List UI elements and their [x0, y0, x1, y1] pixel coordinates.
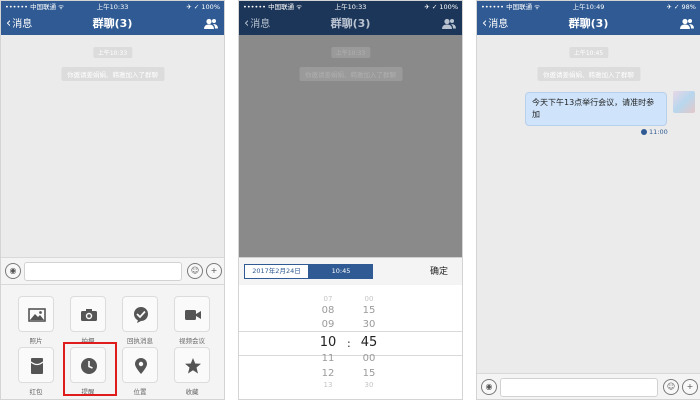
- emoji-icon: ☺: [666, 382, 676, 391]
- message-bubble[interactable]: 今天下午13点举行会议，请准时参加: [525, 92, 667, 126]
- red-packet-icon: [30, 358, 44, 374]
- voice-button[interactable]: ◉: [481, 379, 497, 395]
- chat-title: 群聊(3): [92, 17, 133, 30]
- system-notice: 你邀请姜娟娟、韩雅加入了群聊: [537, 67, 640, 81]
- emoji-button[interactable]: ☺: [187, 263, 203, 279]
- wheel-divider: [239, 355, 462, 356]
- system-notice: 你邀请姜娟娟、韩雅加入了群聊: [61, 67, 164, 81]
- date-tab[interactable]: 2017年2月24日: [244, 264, 309, 279]
- back-button[interactable]: ‹消息: [244, 13, 270, 36]
- highlight-box: [63, 342, 117, 396]
- minute-option[interactable]: 15: [354, 368, 384, 379]
- phone-screen-2: •••••• 中国联通 ᯤ 上午10:33 ✈ ✓ 100% ‹消息 群聊(3)…: [238, 0, 463, 400]
- minute-option[interactable]: 00: [354, 353, 384, 364]
- tile-label: 红包: [29, 388, 43, 396]
- chevron-left-icon: ‹: [244, 16, 250, 31]
- message-input[interactable]: [24, 262, 182, 281]
- hour-option[interactable]: 07: [313, 295, 343, 303]
- minute-option[interactable]: 15: [354, 305, 384, 316]
- chat-area: 上午10:33 你邀请姜娟娟、韩雅加入了群聊: [1, 35, 224, 257]
- star-icon: [185, 358, 201, 374]
- status-bar: •••••• 中国联通 ᯤ 上午10:33 ✈ ✓ 100%: [239, 1, 462, 13]
- message-input[interactable]: [500, 378, 658, 397]
- hour-option[interactable]: 08: [313, 305, 343, 316]
- system-time: 上午10:33: [330, 47, 371, 58]
- plus-icon: +: [686, 382, 694, 391]
- confirm-button[interactable]: 确定: [430, 258, 448, 286]
- tile-label: 视频会议: [179, 337, 205, 345]
- tile-receipt[interactable]: [122, 296, 158, 332]
- camera-icon: [81, 309, 97, 321]
- reminder-time: 11:00: [649, 128, 668, 136]
- hour-selected[interactable]: 10: [313, 335, 343, 350]
- input-bar: ◉ ☺ +: [477, 373, 700, 399]
- emoji-icon: ☺: [190, 266, 200, 275]
- avatar[interactable]: [673, 91, 695, 113]
- more-button[interactable]: +: [206, 263, 222, 279]
- more-button[interactable]: +: [682, 379, 698, 395]
- tile-location[interactable]: [122, 347, 158, 383]
- input-bar: ◉ ☺ +: [1, 257, 224, 285]
- time-separator: :: [347, 337, 351, 350]
- status-indicators: ✈ ✓ 100%: [424, 3, 458, 11]
- photo-icon: [28, 308, 46, 322]
- tile-label: 收藏: [185, 388, 199, 396]
- back-label: 消息: [250, 19, 271, 30]
- chat-title: 群聊(3): [568, 17, 609, 30]
- chevron-left-icon: ‹: [482, 16, 488, 31]
- chat-area-dimmed: 上午10:33 你邀请姜娟娟、韩雅加入了群聊: [239, 35, 462, 257]
- status-indicators: ✈ ✓ 98%: [666, 3, 696, 11]
- hour-option[interactable]: 13: [313, 381, 343, 389]
- tile-label: 回执消息: [127, 337, 153, 345]
- hour-option[interactable]: 11: [313, 353, 343, 364]
- minute-option[interactable]: 30: [354, 319, 384, 330]
- tile-photo[interactable]: [18, 296, 54, 332]
- nav-bar: ‹消息 群聊(3): [239, 13, 462, 35]
- group-members-icon[interactable]: [442, 18, 456, 30]
- group-members-icon[interactable]: [680, 18, 694, 30]
- chat-area: 上午10:45 你邀请姜娟娟、韩雅加入了群聊: [477, 35, 700, 373]
- voice-icon: ◉: [485, 382, 493, 391]
- tile-video[interactable]: [174, 296, 210, 332]
- back-label: 消息: [488, 19, 509, 30]
- voice-icon: ◉: [9, 266, 17, 275]
- back-button[interactable]: ‹消息: [6, 13, 32, 36]
- phone-screen-3: •••••• 中国联通 ᯤ 上午10:49 ✈ ✓ 98% ‹消息 群聊(3) …: [476, 0, 700, 400]
- tile-red-packet[interactable]: [18, 347, 54, 383]
- back-label: 消息: [12, 19, 33, 30]
- location-icon: [135, 358, 147, 374]
- reminder-indicator[interactable]: 11:00: [641, 128, 668, 136]
- chat-title: 群聊(3): [330, 17, 371, 30]
- system-time: 上午10:45: [568, 47, 609, 58]
- chevron-left-icon: ‹: [6, 16, 12, 31]
- nav-bar: ‹消息 群聊(3): [1, 13, 224, 35]
- tile-label: 照片: [29, 337, 43, 345]
- clock-icon: [641, 129, 647, 135]
- hour-option[interactable]: 09: [313, 319, 343, 330]
- minute-selected[interactable]: 45: [354, 335, 384, 350]
- tile-favorites[interactable]: [174, 347, 210, 383]
- tile-label: 位置: [133, 388, 147, 396]
- wheel-divider: [239, 331, 462, 332]
- phone-screen-1: •••••• 中国联通 ᯤ 上午10:33 ✈ ✓ 100% ‹消息 群聊(3)…: [0, 0, 225, 400]
- back-button[interactable]: ‹消息: [482, 13, 508, 36]
- system-time: 上午10:33: [92, 47, 133, 58]
- nav-bar: ‹消息 群聊(3): [477, 13, 700, 35]
- emoji-button[interactable]: ☺: [663, 379, 679, 395]
- picker-toolbar: 2017年2月24日 10:45 确定: [239, 257, 462, 285]
- status-indicators: ✈ ✓ 100%: [186, 3, 220, 11]
- status-bar: •••••• 中国联通 ᯤ 上午10:33 ✈ ✓ 100%: [1, 1, 224, 13]
- plus-icon: +: [210, 266, 218, 275]
- tile-camera[interactable]: [70, 296, 106, 332]
- hour-option[interactable]: 12: [313, 368, 343, 379]
- minute-option[interactable]: 30: [354, 381, 384, 389]
- status-bar: •••••• 中国联通 ᯤ 上午10:49 ✈ ✓ 98%: [477, 1, 700, 13]
- minute-option[interactable]: 00: [354, 295, 384, 303]
- video-icon: [185, 310, 201, 320]
- voice-button[interactable]: ◉: [5, 263, 21, 279]
- time-tab[interactable]: 10:45: [309, 264, 373, 279]
- system-notice: 你邀请姜娟娟、韩雅加入了群聊: [299, 67, 402, 81]
- group-members-icon[interactable]: [204, 18, 218, 30]
- receipt-icon: [134, 307, 148, 323]
